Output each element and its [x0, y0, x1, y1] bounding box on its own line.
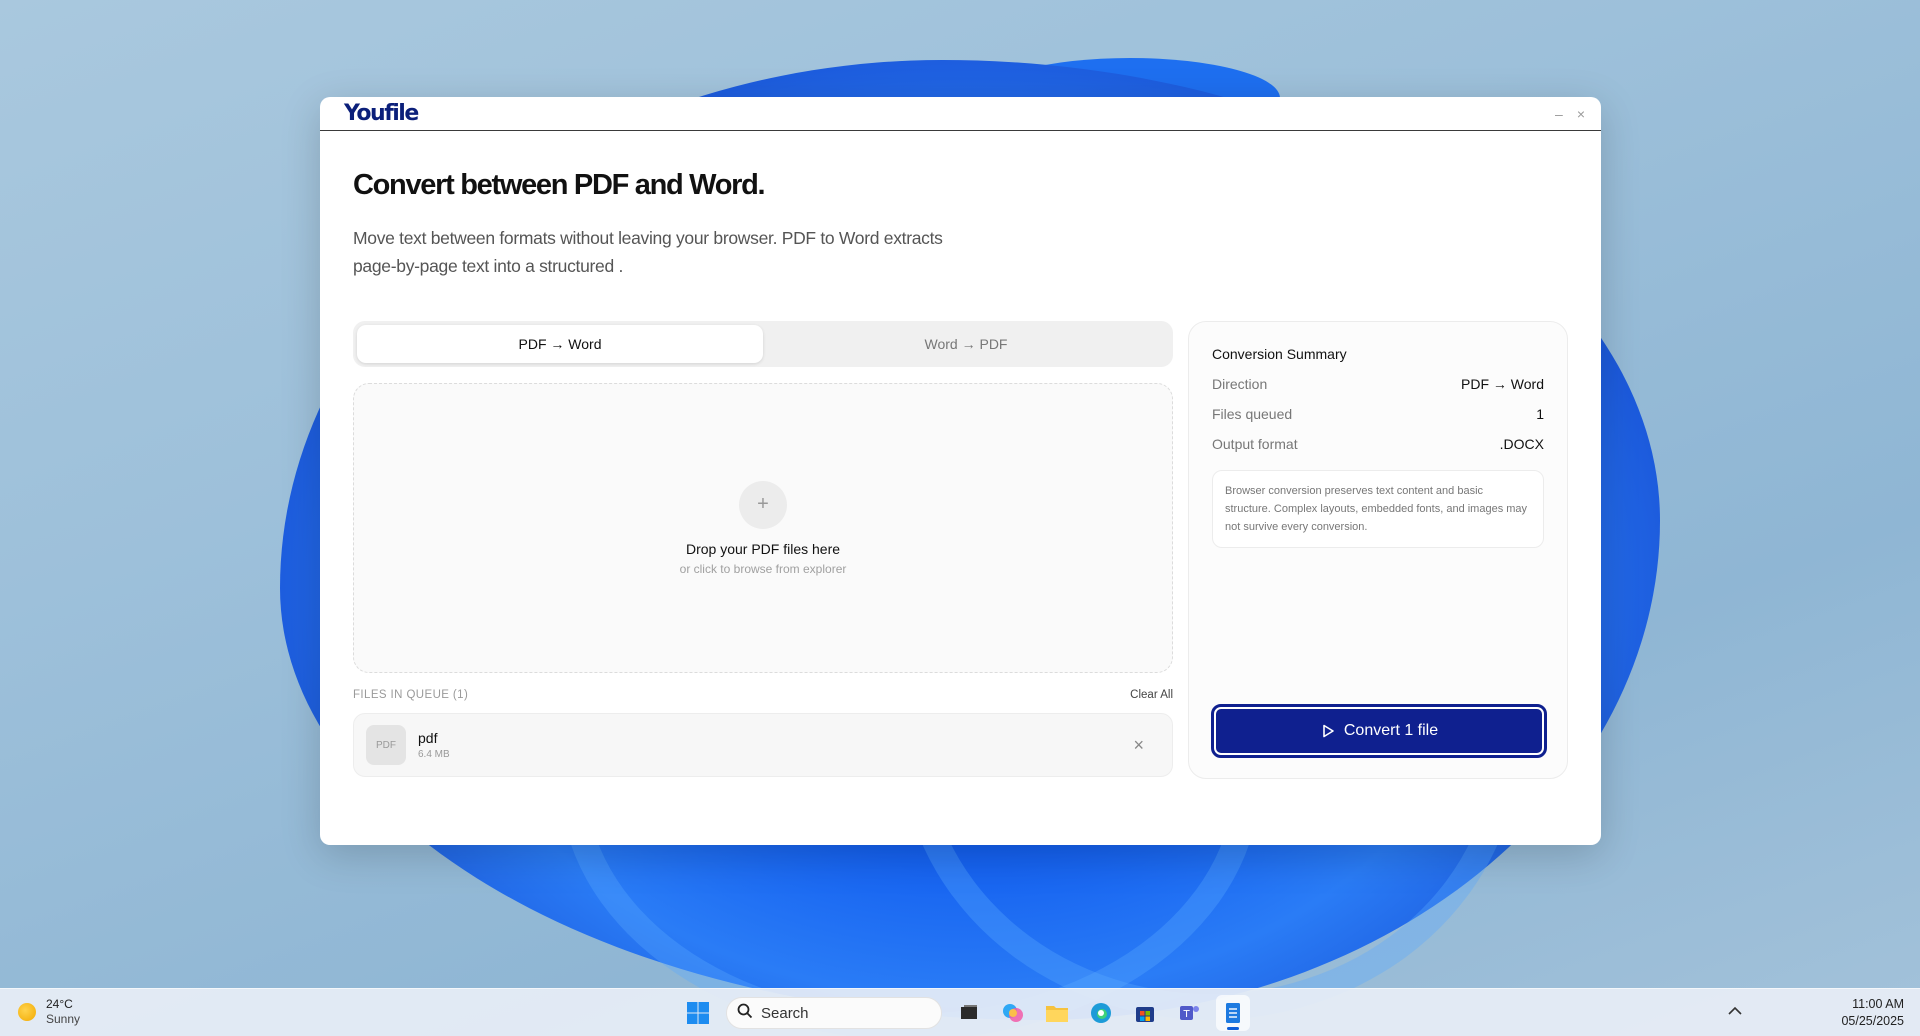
clock-date: 05/25/2025 [1841, 1014, 1904, 1028]
summary-key: Files queued [1212, 406, 1293, 422]
notepad-icon[interactable] [1216, 995, 1250, 1031]
file-info: pdf 6.4 MB [418, 730, 1117, 760]
copilot-icon[interactable] [996, 995, 1030, 1031]
weather-text: 24°C Sunny [46, 997, 80, 1027]
youfile-logo: Youfile [344, 101, 419, 126]
file-dropzone[interactable]: + Drop your PDF files here or click to b… [353, 383, 1173, 673]
weather-temperature: 24°C [46, 997, 73, 1011]
file-size: 6.4 MB [418, 749, 450, 760]
plus-icon: + [739, 480, 787, 529]
chevron-up-icon[interactable] [1728, 1003, 1742, 1019]
convert-button[interactable]: Convert 1 file [1211, 704, 1547, 758]
description-line-2: page-by-page text into a structured . [353, 256, 624, 276]
clear-all-button[interactable]: Clear All [1130, 689, 1173, 701]
tab-pdf-to-word[interactable]: PDF → Word [357, 325, 763, 363]
summary-key: Output format [1212, 436, 1298, 452]
summary-key: Direction [1212, 376, 1268, 392]
summary-title: Conversion Summary [1212, 346, 1347, 362]
direction-tabs: PDF → Word Word → PDF [353, 321, 1173, 367]
tab-word-to-pdf[interactable]: Word → PDF [763, 325, 1169, 363]
clock-time: 11:00 AM [1852, 997, 1904, 1011]
weather-condition: Sunny [46, 1012, 81, 1026]
taskbar-apps: Search T [680, 995, 1250, 1031]
queue-file-row: PDF pdf 6.4 MB × [353, 713, 1173, 777]
minimize-button[interactable]: – [1555, 106, 1563, 122]
dropzone-title: Drop your PDF files here [685, 540, 841, 557]
windows-start-icon[interactable] [680, 995, 716, 1031]
main-content: Convert between PDF and Word. Move text … [320, 131, 1601, 280]
weather-widget[interactable]: 24°C Sunny [18, 997, 80, 1027]
dropzone-subtitle: or click to browse from explorer [679, 561, 847, 576]
queue-header: FILES IN QUEUE (1) Clear All [353, 689, 1173, 701]
pdf-file-icon: PDF [366, 725, 406, 765]
search-placeholder: Search [761, 1004, 809, 1022]
teams-icon[interactable]: T [1172, 995, 1206, 1031]
sun-icon [18, 1003, 36, 1021]
search-icon [737, 1003, 753, 1023]
taskbar-search[interactable]: Search [726, 997, 942, 1029]
file-explorer-icon[interactable] [1040, 995, 1074, 1031]
summary-row-files-queued: Files queued 1 [1212, 406, 1544, 422]
summary-row-direction: Direction PDF → Word [1212, 376, 1544, 392]
summary-value: PDF → Word [1461, 376, 1544, 392]
summary-value: .DOCX [1499, 436, 1544, 452]
conversion-summary-card: Conversion Summary Direction PDF → Word … [1188, 321, 1568, 779]
play-icon [1320, 723, 1336, 739]
summary-value: 1 [1536, 406, 1544, 422]
taskbar: 24°C Sunny Search T 11:00 AM 05/25/2025 [0, 988, 1920, 1036]
close-button[interactable]: × [1577, 106, 1585, 122]
file-name: pdf [418, 730, 438, 746]
microsoft-store-icon[interactable] [1128, 995, 1162, 1031]
task-view-icon[interactable] [952, 995, 986, 1031]
page-description: Move text between formats without leavin… [353, 224, 953, 280]
edge-icon[interactable] [1084, 995, 1118, 1031]
queue-label: FILES IN QUEUE (1) [353, 689, 469, 701]
window-controls: – × [1555, 106, 1585, 122]
converter-panel: PDF → Word Word → PDF + Drop your PDF fi… [353, 321, 1173, 777]
convert-button-label: Convert 1 file [1343, 722, 1439, 739]
title-bar: Youfile – × [320, 97, 1601, 131]
conversion-note: Browser conversion preserves text conten… [1212, 470, 1544, 548]
youfile-window: Youfile – × Convert between PDF and Word… [320, 97, 1601, 845]
page-title: Convert between PDF and Word. [353, 169, 766, 201]
system-clock[interactable]: 11:00 AM 05/25/2025 [1841, 996, 1904, 1030]
remove-file-icon[interactable]: × [1117, 735, 1160, 756]
summary-row-output-format: Output format .DOCX [1212, 436, 1544, 452]
svg-text:T: T [1182, 1009, 1190, 1020]
description-line-1: Move text between formats without leavin… [353, 228, 943, 248]
